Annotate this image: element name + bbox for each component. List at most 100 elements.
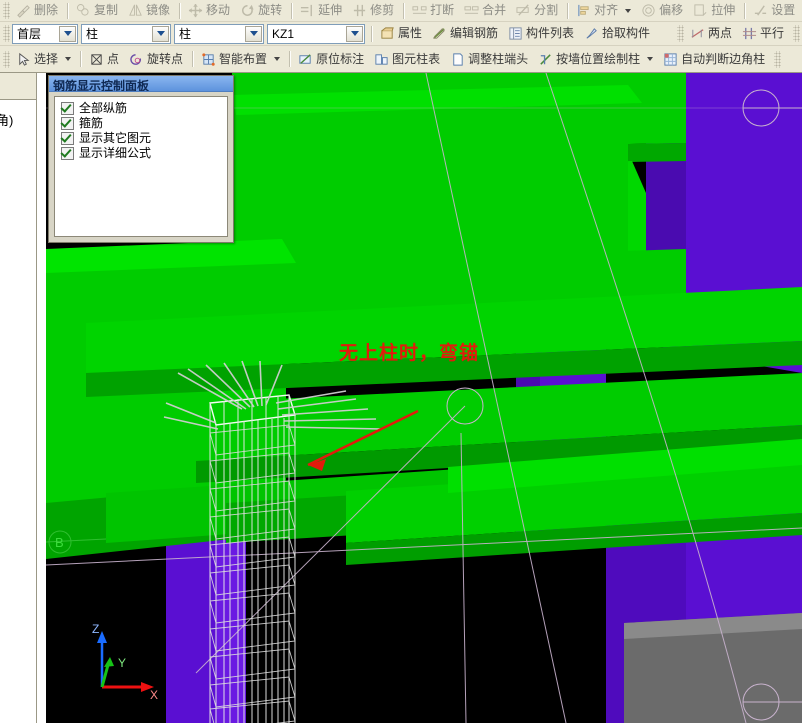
toolbar-button-adjust-column-end[interactable]: 调整柱端头 <box>446 48 534 71</box>
rotate-point-icon <box>129 52 144 67</box>
toolbar-grip[interactable] <box>3 25 10 42</box>
chevron-down-icon[interactable] <box>647 57 654 61</box>
toolbar-button-rotate[interactable]: 旋转 <box>236 0 288 21</box>
chevron-down-icon[interactable] <box>346 25 363 42</box>
toolbar-button-two-point[interactable]: 两点 <box>686 22 738 45</box>
rebar-option-label: 显示详细公式 <box>79 146 152 160</box>
component-name-combo[interactable]: KZ1 <box>267 23 365 44</box>
toolbar-grip[interactable] <box>676 25 684 42</box>
toolbar-label: 原位标注 <box>316 51 365 66</box>
toolbar-button-offset[interactable]: 偏移 <box>637 0 689 21</box>
toolbar-separator <box>744 2 747 19</box>
checkbox-stirrups[interactable] <box>61 116 74 130</box>
viewport-annotation: 无上柱时，弯锚 <box>339 343 480 364</box>
toolbar-button-stretch[interactable]: 拉伸 <box>689 0 741 21</box>
chevron-down-icon[interactable] <box>625 8 632 13</box>
toolbar-label: 点 <box>107 51 120 66</box>
toolbar-separator <box>67 2 70 19</box>
toolbar-button-trim[interactable]: 修剪 <box>348 0 400 21</box>
toolbar-label: 偏移 <box>659 3 684 17</box>
toolbar-grip[interactable] <box>3 2 10 19</box>
component-name-value: KZ1 <box>272 26 295 41</box>
rebar-option-row[interactable]: 显示详细公式 <box>61 146 227 160</box>
toolbar-label: 旋转 <box>258 3 283 17</box>
toolbar-label: 删除 <box>34 3 59 17</box>
in-situ-label-icon <box>298 52 313 67</box>
toolbar-button-edit-rebar[interactable]: 编辑钢筋 <box>428 22 504 45</box>
toolbar-button-merge[interactable]: 合并 <box>460 0 512 21</box>
svg-text:B: B <box>55 535 64 550</box>
toolbar-button-split[interactable]: 分割 <box>512 0 564 21</box>
chevron-down-icon[interactable] <box>274 57 281 61</box>
draw-column-by-wall-icon <box>538 52 553 67</box>
toolbar-button-pick-component[interactable]: 拾取构件 <box>580 22 656 45</box>
toolbar-label: 属性 <box>398 26 423 40</box>
toolbar-button-align[interactable]: 对齐 <box>572 0 637 21</box>
chevron-down-icon[interactable] <box>152 25 169 42</box>
toolbar-button-draw-column-by-wall[interactable]: 按墙位置绘制柱 <box>534 48 659 71</box>
checkbox-show-detailed-formula[interactable] <box>61 146 74 160</box>
toolbar-separator <box>80 51 83 67</box>
toolbar-label: 复制 <box>94 3 119 17</box>
toolbar-button-property[interactable]: 属性 <box>376 22 428 45</box>
toolbar-button-break[interactable]: 打断 <box>408 0 460 21</box>
toolbar-button-parallel[interactable]: 平行 <box>738 22 790 45</box>
toolbar-label: 两点 <box>707 26 732 40</box>
move-icon <box>188 3 203 18</box>
toolbar-button-column-table[interactable]: 图元柱表 <box>370 48 446 71</box>
two-point-icon <box>690 26 705 41</box>
svg-text:Y: Y <box>118 656 126 670</box>
toolbar-label: 移动 <box>206 3 231 17</box>
rebar-option-row[interactable]: 全部纵筋 <box>61 101 227 115</box>
toolbar-button-component-list[interactable]: 构件列表 <box>504 22 580 45</box>
toolbar-label: 镜像 <box>146 3 171 17</box>
toolbar-button-select[interactable]: 选择 <box>12 48 77 71</box>
toolbar-button-mirror[interactable]: 镜像 <box>124 0 176 21</box>
toolbar-button-extend[interactable]: 延伸 <box>296 0 348 21</box>
toolbar-button-copy[interactable]: 复制 <box>72 0 124 21</box>
component-type-combo[interactable]: 柱 <box>81 23 171 44</box>
component-selector-toolbar: 首层 柱 柱 KZ1 属性 编辑钢筋 构件列表 拾取构件 两点 平行 <box>0 22 802 46</box>
chevron-down-icon[interactable] <box>59 25 76 42</box>
toolbar-button-rotate-point[interactable]: 旋转点 <box>125 48 189 71</box>
rebar-option-label: 显示其它图元 <box>79 131 152 145</box>
chevron-down-icon[interactable] <box>65 57 72 61</box>
component-kind-combo[interactable]: 柱 <box>174 23 264 44</box>
toolbar-separator <box>192 51 195 67</box>
column-table-icon <box>374 52 389 67</box>
rebar-display-control-panel[interactable]: 钢筋显示控制面板 全部纵筋 箍筋 显示其它图元 显示详细公式 <box>48 75 234 243</box>
rebar-panel-title: 钢筋显示控制面板 <box>49 76 233 92</box>
toolbar-button-auto-corner-column[interactable]: 自动判断边角柱 <box>659 48 771 71</box>
toolbar-button-move[interactable]: 移动 <box>184 0 236 21</box>
split-icon <box>516 3 531 18</box>
checkbox-show-other-elements[interactable] <box>61 131 74 145</box>
dock-row-3[interactable] <box>0 71 36 100</box>
cursor-icon <box>16 52 31 67</box>
rebar-option-row[interactable]: 箍筋 <box>61 116 227 130</box>
toolbar-label: 智能布置 <box>219 51 268 66</box>
toolbar-button-delete[interactable]: 删除 <box>12 0 64 21</box>
smart-layout-icon <box>201 52 216 67</box>
toolbar-grip[interactable] <box>3 50 10 68</box>
toolbar-button-settings[interactable]: 设置 <box>749 0 801 21</box>
toolbar-label: 图元柱表 <box>392 51 441 66</box>
chevron-down-icon[interactable] <box>245 25 262 42</box>
toolbar-label: 对齐 <box>594 3 619 17</box>
toolbar-button-smart-layout[interactable]: 智能布置 <box>197 48 286 71</box>
delete-icon <box>16 3 31 18</box>
checkbox-all-longitudinal-rebar[interactable] <box>61 101 74 115</box>
toolbar-label: 拾取构件 <box>602 26 651 40</box>
floor-combo[interactable]: 首层 <box>12 23 78 44</box>
toolbar-separator <box>179 2 182 19</box>
toolbar-button-point[interactable]: 点 <box>85 48 125 71</box>
toolbar-button-in-situ-label[interactable]: 原位标注 <box>294 48 370 71</box>
toolbar-separator <box>289 51 292 67</box>
toolbar-label: 旋转点 <box>147 51 184 66</box>
toolbar-grip[interactable] <box>774 50 782 68</box>
toolbar-label: 分割 <box>534 3 559 17</box>
parallel-icon <box>742 26 757 41</box>
toolbar-label: 修剪 <box>370 3 395 17</box>
rebar-option-row[interactable]: 显示其它图元 <box>61 131 227 145</box>
floor-combo-value: 首层 <box>17 26 42 41</box>
toolbar-grip[interactable] <box>793 25 800 42</box>
